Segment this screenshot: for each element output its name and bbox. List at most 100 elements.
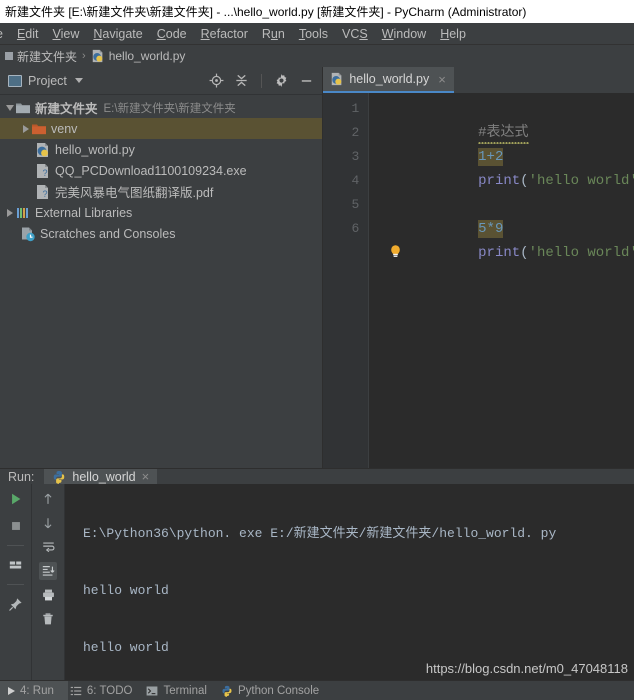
close-icon[interactable]: × bbox=[142, 469, 150, 484]
layout-icon[interactable] bbox=[7, 556, 25, 574]
unknown-file-icon: ? bbox=[35, 184, 51, 200]
pin-icon[interactable] bbox=[7, 595, 25, 613]
breadcrumb-item-project[interactable]: 新建文件夹 bbox=[5, 48, 77, 65]
run-tab-hello-world[interactable]: hello_world × bbox=[44, 469, 158, 484]
status-item-label: 4: Run bbox=[20, 684, 54, 697]
watermark-text: https://blog.csdn.net/m0_47048118 bbox=[425, 661, 628, 676]
menu-file[interactable]: e bbox=[0, 25, 10, 43]
code-comment-token: #表达式 bbox=[478, 125, 529, 144]
tree-row-pdf[interactable]: ? 完美风暴电气图纸翻译版.pdf bbox=[0, 181, 322, 202]
tree-row-external-libraries[interactable]: External Libraries bbox=[0, 202, 322, 223]
line-number-gutter: 1 2 3 4 5 6 bbox=[323, 93, 370, 468]
stop-icon[interactable] bbox=[7, 517, 25, 535]
toolbar-divider bbox=[7, 584, 24, 585]
folder-orange-icon bbox=[31, 121, 47, 137]
line-number: 4 bbox=[351, 173, 360, 188]
tree-label: venv bbox=[51, 121, 78, 136]
close-icon[interactable]: × bbox=[438, 72, 446, 87]
tree-label: hello_world.py bbox=[55, 142, 135, 157]
line-number: 5 bbox=[351, 197, 360, 212]
folder-icon bbox=[5, 52, 13, 60]
menu-code[interactable]: Code bbox=[150, 25, 194, 43]
scratches-icon bbox=[20, 226, 36, 242]
menu-window[interactable]: Window bbox=[375, 25, 433, 43]
editor-body[interactable]: 1 2 3 4 5 6 #表达式 1+2 print('hello world'… bbox=[323, 93, 634, 468]
tree-row-scratches-and-consoles[interactable]: Scratches and Consoles bbox=[0, 223, 322, 244]
status-item-todo[interactable]: 6: TODO bbox=[68, 685, 145, 697]
todo-icon bbox=[70, 685, 82, 697]
tree-row-venv[interactable]: venv bbox=[0, 118, 323, 139]
chevron-right-icon[interactable] bbox=[20, 124, 31, 133]
play-icon bbox=[8, 686, 15, 695]
menu-refactor[interactable]: Refactor bbox=[194, 25, 255, 43]
python-file-icon bbox=[330, 72, 344, 86]
print-icon[interactable] bbox=[39, 586, 57, 604]
code-line-1: #表达式 bbox=[377, 97, 634, 144]
rerun-icon[interactable] bbox=[7, 490, 25, 508]
status-item-python-console[interactable]: Python Console bbox=[219, 685, 331, 697]
menu-run[interactable]: Run bbox=[255, 25, 292, 43]
status-item-label: Terminal bbox=[163, 684, 207, 697]
menu-tools[interactable]: Tools bbox=[292, 25, 335, 43]
editor-tab-label: hello_world.py bbox=[349, 72, 430, 86]
breadcrumb-item-file[interactable]: hello_world.py bbox=[91, 49, 185, 63]
libraries-icon bbox=[15, 205, 31, 221]
status-item-run[interactable]: 4: Run bbox=[0, 681, 68, 700]
run-tab-label: hello_world bbox=[72, 469, 136, 484]
gear-icon[interactable] bbox=[274, 73, 289, 88]
status-item-terminal[interactable]: Terminal bbox=[144, 685, 218, 697]
project-panel-header: Project bbox=[0, 67, 323, 95]
menu-bar: e Edit View Navigate Code Refactor Run T… bbox=[0, 23, 634, 45]
line-number: 2 bbox=[351, 125, 360, 140]
trash-icon[interactable] bbox=[39, 610, 57, 628]
console-line: hello world bbox=[83, 583, 169, 598]
toolbar-divider bbox=[261, 73, 263, 88]
tree-row-hello-world-py[interactable]: hello_world.py bbox=[0, 139, 322, 160]
python-file-icon bbox=[35, 142, 51, 158]
menu-help[interactable]: Help bbox=[433, 25, 473, 43]
run-tool-window: Run: hello_world × E:\Python36\python. e… bbox=[0, 468, 634, 680]
code-content[interactable]: #表达式 1+2 print('hello world') 5*9 bbox=[369, 93, 634, 468]
tree-row-project-root[interactable]: 新建文件夹 E:\新建文件夹\新建文件夹 bbox=[0, 97, 322, 118]
minimize-icon[interactable] bbox=[299, 73, 314, 88]
tree-label: Scratches and Consoles bbox=[40, 226, 176, 241]
code-string-token: 'hello world' bbox=[528, 245, 634, 261]
menu-edit[interactable]: Edit bbox=[10, 25, 46, 43]
main-content: Project 新建文件夹 E:\新建文件夹\新建文件夹 venv hello_… bbox=[0, 67, 634, 468]
arrow-up-icon[interactable] bbox=[39, 490, 57, 508]
lightbulb-icon[interactable] bbox=[388, 195, 403, 257]
collapse-all-icon[interactable] bbox=[234, 73, 249, 88]
code-function-token: print bbox=[478, 173, 521, 189]
unknown-file-icon: ? bbox=[35, 163, 51, 179]
editor-tab-hello-world-py[interactable]: hello_world.py × bbox=[323, 67, 454, 93]
window-title-bar: 新建文件夹 [E:\新建文件夹\新建文件夹] - ...\hello_world… bbox=[0, 0, 634, 23]
editor-tab-bar: hello_world.py × bbox=[323, 67, 634, 93]
tree-label: External Libraries bbox=[35, 205, 133, 220]
scroll-to-end-icon[interactable] bbox=[39, 562, 57, 580]
code-function-token: print bbox=[478, 245, 521, 261]
run-toolbar-left bbox=[0, 484, 32, 680]
code-paren-token: ( bbox=[520, 173, 529, 189]
run-body: E:\Python36\python. exe E:/新建文件夹/新建文件夹/h… bbox=[0, 484, 634, 680]
soft-wrap-icon[interactable] bbox=[39, 538, 57, 556]
chevron-down-icon[interactable] bbox=[74, 78, 83, 83]
menu-navigate[interactable]: Navigate bbox=[86, 25, 149, 43]
tree-sublabel: E:\新建文件夹\新建文件夹 bbox=[103, 102, 236, 115]
folder-icon bbox=[15, 100, 31, 116]
chevron-down-icon[interactable] bbox=[4, 104, 15, 111]
project-tool-window: Project 新建文件夹 E:\新建文件夹\新建文件夹 venv hello_… bbox=[0, 67, 324, 468]
status-item-label: Python Console bbox=[237, 684, 320, 697]
run-tab-bar: Run: hello_world × bbox=[0, 468, 634, 484]
run-console-output[interactable]: E:\Python36\python. exe E:/新建文件夹/新建文件夹/h… bbox=[65, 484, 634, 680]
svg-text:?: ? bbox=[43, 168, 48, 178]
menu-vcs[interactable]: VCS bbox=[335, 25, 375, 43]
status-item-label: 6: TODO bbox=[86, 684, 133, 697]
chevron-right-icon[interactable] bbox=[4, 208, 15, 217]
arrow-down-icon[interactable] bbox=[39, 514, 57, 532]
breadcrumb-separator: › bbox=[82, 50, 86, 62]
locate-icon[interactable] bbox=[209, 73, 224, 88]
project-panel-title[interactable]: Project bbox=[8, 74, 83, 88]
breadcrumb-label: 新建文件夹 bbox=[17, 49, 78, 64]
tree-row-qq-pcdownload-exe[interactable]: ? QQ_PCDownload1100109234.exe bbox=[0, 160, 322, 181]
menu-view[interactable]: View bbox=[46, 25, 87, 43]
